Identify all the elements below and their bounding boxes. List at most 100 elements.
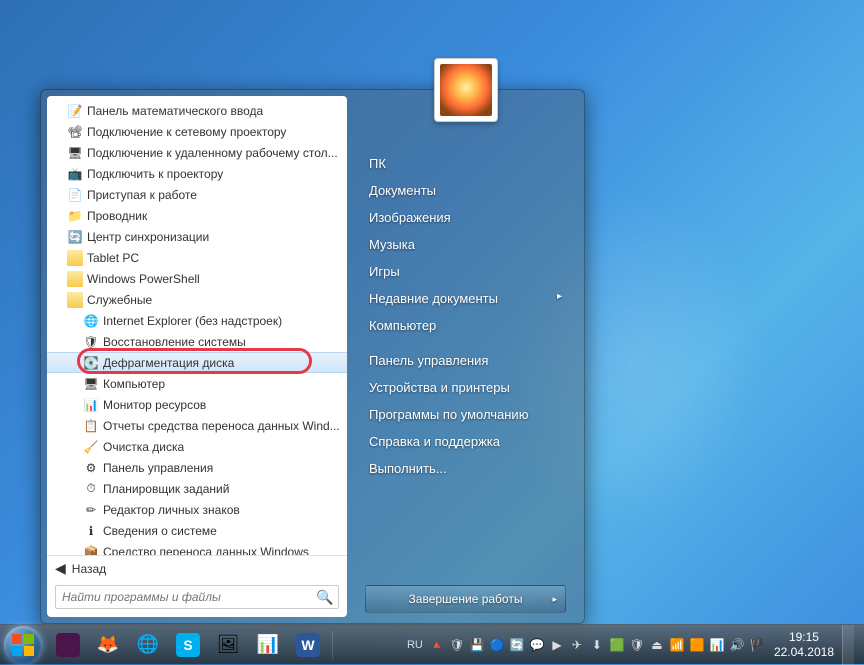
program-label: Центр синхронизации bbox=[87, 230, 209, 244]
program-item[interactable]: ⚙Панель управления bbox=[47, 457, 347, 478]
program-item[interactable]: ℹСведения о системе bbox=[47, 520, 347, 541]
back-arrow-icon: ◀ bbox=[55, 560, 66, 577]
app-icon: 📊 bbox=[83, 397, 99, 413]
program-label: Панель математического ввода bbox=[87, 104, 263, 118]
app-icon: 🌐 bbox=[83, 313, 99, 329]
program-item[interactable]: 🧹Очистка диска bbox=[47, 436, 347, 457]
program-item[interactable]: Tablet PC bbox=[47, 247, 347, 268]
start-menu-link[interactable]: Устройства и принтеры bbox=[365, 374, 566, 401]
back-label: Назад bbox=[72, 562, 106, 576]
start-menu-link[interactable]: Панель управления bbox=[365, 347, 566, 374]
tray-icon[interactable]: 🔄 bbox=[508, 636, 526, 654]
tray-icon[interactable]: 💾 bbox=[468, 636, 486, 654]
search-box[interactable]: 🔍 bbox=[55, 585, 339, 609]
search-icon: 🔍 bbox=[316, 589, 332, 605]
app-icon: 🖥 bbox=[67, 145, 83, 161]
tray-icon[interactable]: 🔺 bbox=[428, 636, 446, 654]
user-avatar[interactable] bbox=[434, 58, 498, 122]
taskbar-app-icon bbox=[56, 633, 80, 657]
app-icon: ✏ bbox=[83, 502, 99, 518]
app-icon: 📽 bbox=[67, 124, 83, 140]
tray-icon[interactable]: 🏴 bbox=[748, 636, 766, 654]
taskbar-app-app[interactable]: 🖼 bbox=[209, 629, 247, 661]
start-menu-left-panel: 📝Панель математического ввода📽Подключени… bbox=[47, 96, 347, 617]
folder-icon bbox=[67, 250, 83, 266]
start-menu-link[interactable]: Музыка bbox=[365, 231, 566, 258]
clock[interactable]: 19:15 22.04.2018 bbox=[768, 630, 840, 659]
start-menu-link[interactable]: Справка и поддержка bbox=[365, 428, 566, 455]
tray-icon[interactable]: 📊 bbox=[708, 636, 726, 654]
system-tray: RU 🔺🛡💾🔵🔄💬▶✈⬇🟩🛡⏏📶🟧📊🔊🏴 19:15 22.04.2018 bbox=[404, 625, 860, 665]
program-item[interactable]: 📦Средство переноса данных Windows bbox=[47, 541, 347, 555]
tray-icon[interactable]: ▶ bbox=[548, 636, 566, 654]
tray-icon[interactable]: 💬 bbox=[528, 636, 546, 654]
program-label: Компьютер bbox=[103, 377, 165, 391]
program-label: Подключить к проектору bbox=[87, 167, 223, 181]
start-menu-right-panel: ПКДокументыИзображенияМузыкаИгрыНедавние… bbox=[347, 90, 584, 623]
program-item[interactable]: Служебные bbox=[47, 289, 347, 310]
tray-icon[interactable]: 🟧 bbox=[688, 636, 706, 654]
app-icon: 📺 bbox=[67, 166, 83, 182]
program-item[interactable]: 📊Монитор ресурсов bbox=[47, 394, 347, 415]
tray-icon[interactable]: ⬇ bbox=[588, 636, 606, 654]
folder-icon bbox=[67, 292, 83, 308]
app-icon: 📋 bbox=[83, 418, 99, 434]
tray-icon[interactable]: ⏏ bbox=[648, 636, 666, 654]
search-input[interactable] bbox=[62, 590, 316, 604]
tray-icon[interactable]: 📶 bbox=[668, 636, 686, 654]
start-menu-link[interactable]: Недавние документы bbox=[365, 285, 566, 312]
start-button[interactable] bbox=[4, 626, 42, 664]
program-item[interactable]: 📽Подключение к сетевому проектору bbox=[47, 121, 347, 142]
program-item[interactable]: 🔄Центр синхронизации bbox=[47, 226, 347, 247]
taskbar-app-skype[interactable]: S bbox=[169, 629, 207, 661]
tray-icon[interactable]: 🟩 bbox=[608, 636, 626, 654]
taskbar-app-firefox[interactable]: 🦊 bbox=[89, 629, 127, 661]
program-item[interactable]: 📋Отчеты средства переноса данных Wind... bbox=[47, 415, 347, 436]
start-menu-link[interactable]: Изображения bbox=[365, 204, 566, 231]
start-menu-link[interactable]: Компьютер bbox=[365, 312, 566, 339]
start-menu: 📝Панель математического ввода📽Подключени… bbox=[40, 89, 585, 624]
program-item[interactable]: 📝Панель математического ввода bbox=[47, 100, 347, 121]
tray-icon[interactable]: 🔊 bbox=[728, 636, 746, 654]
show-desktop-button[interactable] bbox=[842, 625, 854, 665]
taskbar: 🦊🌐S🖼📊W RU 🔺🛡💾🔵🔄💬▶✈⬇🟩🛡⏏📶🟧📊🔊🏴 19:15 22.04.… bbox=[0, 624, 864, 664]
tray-icon[interactable]: 🔵 bbox=[488, 636, 506, 654]
tray-icon[interactable]: 🛡 bbox=[628, 636, 646, 654]
program-item[interactable]: 🖥Подключение к удаленному рабочему стол.… bbox=[47, 142, 347, 163]
start-menu-link[interactable]: Документы bbox=[365, 177, 566, 204]
app-icon: 🖥 bbox=[83, 376, 99, 392]
folder-icon bbox=[67, 271, 83, 287]
program-label: Восстановление системы bbox=[103, 335, 246, 349]
app-icon: ⏱ bbox=[83, 481, 99, 497]
program-item[interactable]: 🖥 Компьютер bbox=[47, 373, 347, 394]
taskbar-app-app2[interactable]: 📊 bbox=[249, 629, 287, 661]
program-item[interactable]: 🛡Восстановление системы bbox=[47, 331, 347, 352]
avatar-image bbox=[440, 64, 492, 116]
tray-icon[interactable]: ✈ bbox=[568, 636, 586, 654]
program-label: Сведения о системе bbox=[103, 524, 217, 538]
start-menu-link[interactable]: ПК bbox=[365, 150, 566, 177]
program-item[interactable]: 📺 Подключить к проектору bbox=[47, 163, 347, 184]
taskbar-app-word[interactable]: W bbox=[289, 629, 327, 661]
shutdown-button[interactable]: Завершение работы bbox=[365, 585, 566, 613]
start-menu-link[interactable]: Игры bbox=[365, 258, 566, 285]
taskbar-app-chrome[interactable]: 🌐 bbox=[129, 629, 167, 661]
taskbar-app-slack[interactable] bbox=[49, 629, 87, 661]
program-item[interactable]: 📄Приступая к работе bbox=[47, 184, 347, 205]
taskbar-app-icon: W bbox=[296, 633, 320, 657]
program-item[interactable]: 🌐Internet Explorer (без надстроек) bbox=[47, 310, 347, 331]
program-item[interactable]: ✏Редактор личных знаков bbox=[47, 499, 347, 520]
program-label: Дефрагментация диска bbox=[103, 356, 234, 370]
start-menu-link[interactable]: Программы по умолчанию bbox=[365, 401, 566, 428]
back-button[interactable]: ◀ Назад bbox=[47, 555, 347, 581]
tray-icon[interactable]: 🛡 bbox=[448, 636, 466, 654]
program-item[interactable]: 💽Дефрагментация диска bbox=[47, 352, 347, 373]
program-item[interactable]: 📁Проводник bbox=[47, 205, 347, 226]
app-icon: 🧹 bbox=[83, 439, 99, 455]
start-menu-link[interactable]: Выполнить... bbox=[365, 455, 566, 482]
program-label: Служебные bbox=[87, 293, 152, 307]
program-item[interactable]: Windows PowerShell bbox=[47, 268, 347, 289]
lang-indicator[interactable]: RU bbox=[404, 636, 426, 654]
program-item[interactable]: ⏱Планировщик заданий bbox=[47, 478, 347, 499]
programs-list[interactable]: 📝Панель математического ввода📽Подключени… bbox=[47, 96, 347, 555]
